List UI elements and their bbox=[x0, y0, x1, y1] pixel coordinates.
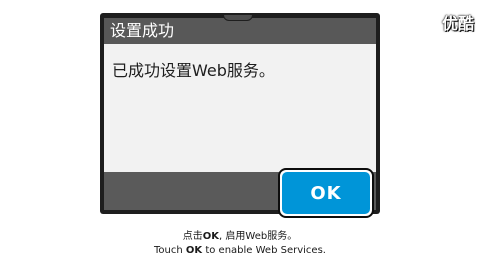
caption-english: Touch OK to enable Web Services. bbox=[0, 244, 480, 257]
caption-zh-pre: 点击 bbox=[182, 231, 203, 242]
dialog-message: 已成功设置Web服务。 bbox=[112, 61, 275, 80]
youku-watermark: 优酷 bbox=[441, 14, 474, 33]
ok-button[interactable]: OK bbox=[278, 168, 374, 218]
dialog-title-bar: 设置成功 bbox=[104, 18, 376, 44]
dialog-title: 设置成功 bbox=[110, 21, 175, 40]
dialog-content: 已成功设置Web服务。 bbox=[104, 44, 376, 172]
caption-zh-post: , 启用Web服务。 bbox=[219, 231, 298, 242]
caption-zh-ok: OK bbox=[202, 231, 220, 242]
panel-notch bbox=[223, 14, 253, 21]
screen: 设置成功 已成功设置Web服务。 OK 点击OK, 启用Web服务。 Touch… bbox=[0, 0, 480, 270]
caption-chinese: 点击OK, 启用Web服务。 bbox=[0, 230, 480, 243]
caption-en-post: to enable Web Services. bbox=[202, 245, 326, 256]
caption-en-pre: Touch bbox=[154, 245, 186, 256]
ok-button-label: OK bbox=[282, 172, 370, 214]
caption-en-ok: OK bbox=[185, 245, 203, 256]
